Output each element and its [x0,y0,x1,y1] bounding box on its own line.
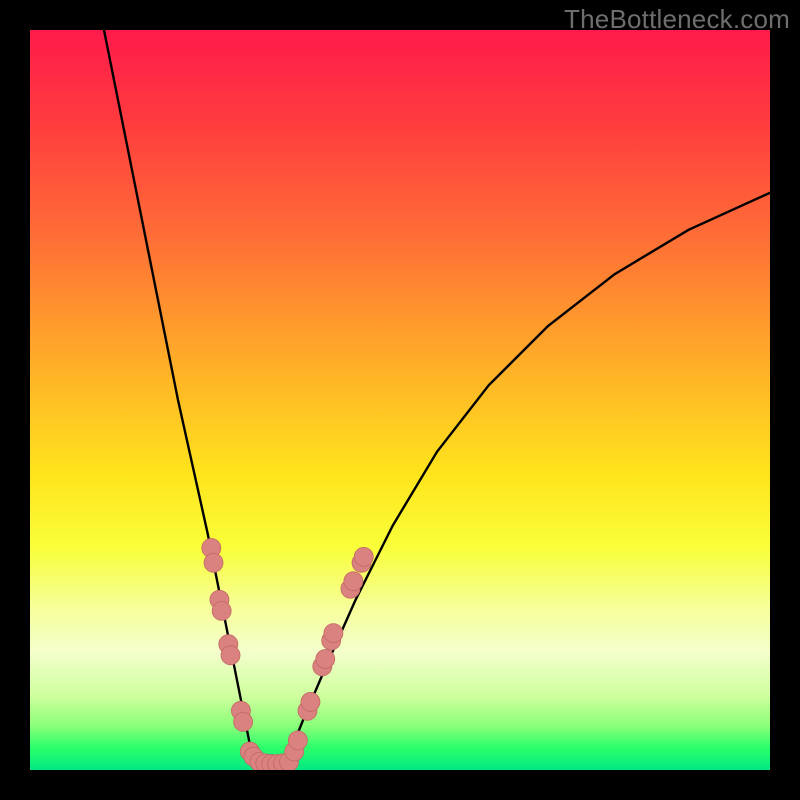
data-marker [324,624,343,643]
data-marker [212,601,231,620]
data-marker [288,731,307,750]
marker-layer [202,539,373,771]
watermark-text: TheBottleneck.com [564,4,790,35]
plot-area [30,30,770,770]
bottleneck-curve [104,30,770,764]
curve-layer [104,30,770,764]
data-marker [301,692,320,711]
data-marker [316,650,335,669]
chart-frame: TheBottleneck.com [0,0,800,800]
data-marker [204,553,223,572]
data-marker [354,547,373,566]
chart-svg [30,30,770,770]
data-marker [234,712,253,731]
data-marker [344,572,363,591]
data-marker [221,646,240,665]
